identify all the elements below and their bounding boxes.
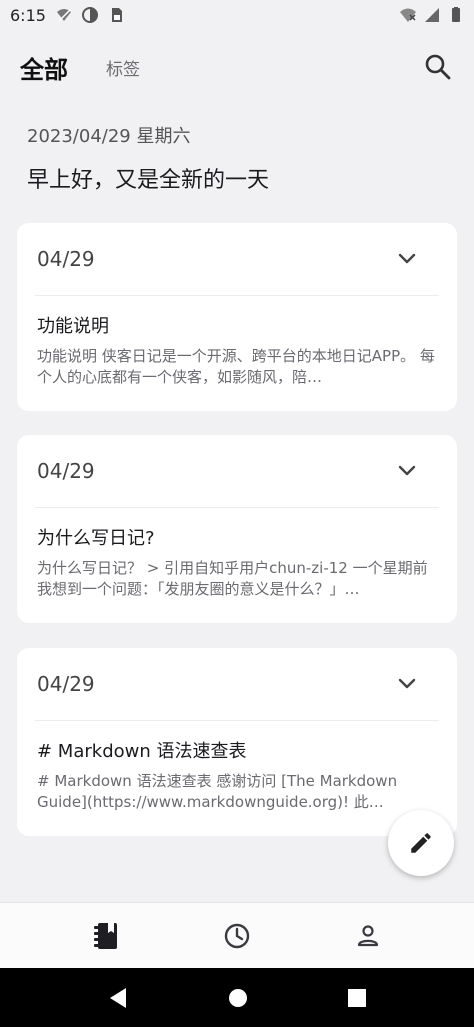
clock-history-icon <box>224 923 250 948</box>
chevron-down-icon <box>398 678 416 689</box>
today-date: 2023/04/29 星期六 <box>27 126 191 147</box>
diary-card[interactable]: 04/29 功能说明 功能说明 侠客日记是一个开源、跨平台的本地日记APP。 每… <box>17 223 457 411</box>
system-navigation-bar <box>0 968 474 1027</box>
expand-button[interactable] <box>395 247 419 271</box>
back-icon[interactable] <box>108 987 128 1009</box>
chevron-down-icon <box>398 253 416 264</box>
recents-icon[interactable] <box>348 988 366 1007</box>
greeting-message: 早上好，又是全新的一天 <box>27 168 270 193</box>
new-entry-button[interactable] <box>388 810 454 876</box>
diary-card[interactable]: 04/29 为什么写日记? 为什么写日记？ > 引用自知乎用户chun-zi-1… <box>17 435 457 623</box>
data-saver-icon <box>81 7 98 23</box>
entry-preview: # Markdown 语法速查表 感谢访问 [The Markdown Guid… <box>37 772 398 811</box>
diary-book-icon <box>93 922 117 949</box>
edit-pencil-icon <box>411 833 431 853</box>
tab-all[interactable]: 全部 <box>20 50 68 85</box>
status-bar: 6:15 <box>0 0 474 30</box>
entry-title: # Markdown 语法速查表 <box>37 741 247 762</box>
entry-date: 04/29 <box>37 672 95 696</box>
entry-preview: 功能说明 侠客日记是一个开源、跨平台的本地日记APP。 每个人的心底都有一个侠客… <box>37 347 435 386</box>
expand-button[interactable] <box>395 459 419 483</box>
battery-icon <box>452 7 460 22</box>
tab-tags[interactable]: 标签 <box>106 55 140 80</box>
nav-profile[interactable] <box>344 912 392 960</box>
bottom-navigation <box>0 902 474 968</box>
chevron-down-icon <box>398 465 416 476</box>
person-profile-icon <box>358 924 379 946</box>
wifi-off-icon <box>400 8 416 22</box>
home-icon[interactable] <box>228 988 248 1008</box>
search-icon <box>425 54 451 80</box>
cellular-signal-icon <box>425 8 439 22</box>
diary-card[interactable]: 04/29 # Markdown 语法速查表 # Markdown 语法速查表 … <box>17 648 457 836</box>
signal-off-icon <box>56 9 71 22</box>
app-header: 全部 标签 <box>0 38 474 96</box>
entry-title: 为什么写日记? <box>37 528 155 549</box>
sim-card-icon <box>111 8 122 22</box>
nav-diary[interactable] <box>82 912 130 960</box>
expand-button[interactable] <box>395 672 419 696</box>
nav-history[interactable] <box>213 912 261 960</box>
entry-date: 04/29 <box>37 247 95 271</box>
entry-title: 功能说明 <box>37 316 109 337</box>
entry-preview: 为什么写日记？ > 引用自知乎用户chun-zi-12 一个星期前我想到一个问题… <box>37 559 428 598</box>
search-button[interactable] <box>422 51 454 83</box>
entry-date: 04/29 <box>37 459 95 483</box>
status-time: 6:15 <box>10 5 46 25</box>
